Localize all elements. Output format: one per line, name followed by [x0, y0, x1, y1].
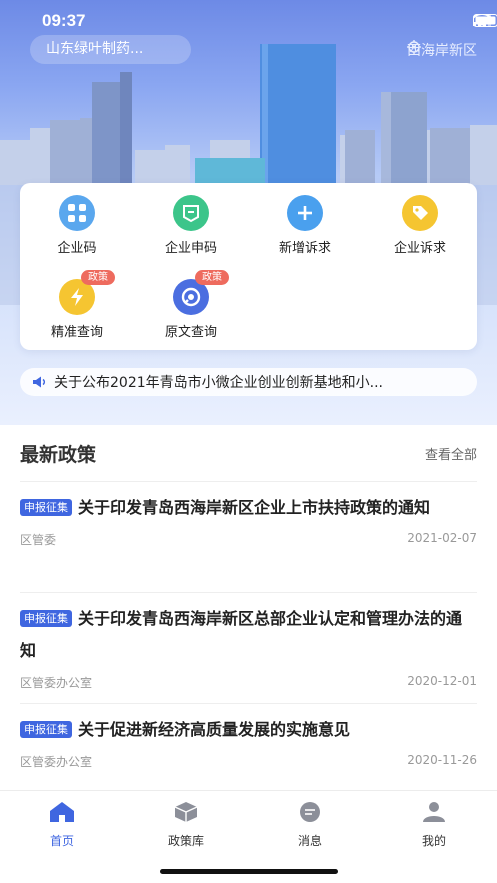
quick-action-label: 企业码: [57, 241, 97, 256]
policy-source: 区管委: [20, 533, 57, 547]
notice-text: 关于公布2021年青岛市小微企业创业创新基地和小...: [54, 375, 383, 391]
tab-label: 首页: [49, 834, 74, 848]
divider: [20, 703, 477, 704]
policy-date: 2021-02-07: [407, 531, 477, 545]
quick-action-label: 原文查询: [164, 325, 217, 340]
tab-policy-library[interactable]: 政策库: [141, 801, 231, 849]
location-selector[interactable]: 西海岸新区: [407, 40, 477, 60]
tab-home[interactable]: 首页: [17, 801, 107, 849]
message-icon: [300, 802, 320, 822]
policy-section-header: 最新政策 查看全部: [20, 440, 477, 467]
home-indicator: [160, 869, 338, 874]
cube-icon: [174, 802, 198, 822]
section-title: 最新政策: [20, 444, 97, 466]
battery-icon: [473, 14, 497, 27]
quick-action-apply-code[interactable]: 企业申码: [136, 195, 246, 256]
notice-bar[interactable]: 关于公布2021年青岛市小微企业创业创新基地和小...: [20, 368, 477, 396]
status-time: 09:37: [42, 11, 86, 30]
policy-item[interactable]: 申报征集 关于印发青岛西海岸新区总部企业认定和管理办法的通知 区管委办公室 2020…: [20, 603, 477, 691]
policy-title: 关于印发青岛西海岸新区企业上市扶持政策的通知: [78, 498, 431, 517]
tab-label: 我的: [421, 834, 446, 848]
policy-source: 区管委办公室: [20, 755, 93, 769]
policy-tag: 申报征集: [20, 721, 72, 738]
plus-icon: [287, 195, 323, 231]
tab-messages[interactable]: 消息: [265, 801, 355, 849]
quick-action-label: 企业诉求: [393, 241, 446, 256]
quick-action-precise-query[interactable]: 政策 精准查询: [22, 270, 132, 340]
tab-label: 消息: [297, 834, 322, 848]
policy-badge: 政策: [81, 270, 115, 285]
document-apply-icon: [173, 195, 209, 231]
policy-badge: 政策: [195, 270, 229, 285]
view-all-link[interactable]: 查看全部: [425, 444, 477, 463]
policy-title: 关于印发青岛西海岸新区总部企业认定和管理办法的通知: [20, 609, 463, 660]
tab-mine[interactable]: 我的: [389, 801, 479, 849]
policy-tag: 申报征集: [20, 610, 72, 627]
quick-action-new-request[interactable]: 新增诉求: [250, 195, 360, 256]
policy-item[interactable]: 申报征集 关于促进新经济高质量发展的实施意见 区管委办公室 2020-11-26: [20, 714, 477, 770]
policy-tag: 申报征集: [20, 499, 72, 516]
divider: [20, 481, 477, 482]
divider: [20, 592, 477, 593]
quick-action-original-query[interactable]: 政策 原文查询: [136, 270, 246, 340]
policy-source: 区管委办公室: [20, 676, 93, 690]
policy-title: 关于促进新经济高质量发展的实施意见: [78, 720, 351, 739]
locate-icon: [407, 40, 421, 54]
policy-item[interactable]: 申报征集 关于印发青岛西海岸新区企业上市扶持政策的通知 区管委 2021-02-07: [20, 492, 477, 548]
policy-date: 2020-12-01: [407, 674, 477, 688]
qr-grid-icon: [59, 195, 95, 231]
quick-actions-card: 企业码 企业申码 新增诉求 企业诉求 政策 精准查询 政策 原文查询: [20, 183, 477, 350]
quick-action-label: 精准查询: [50, 325, 103, 340]
tab-label: 政策库: [167, 834, 204, 848]
policy-date: 2020-11-26: [407, 753, 477, 767]
user-icon: [423, 802, 445, 822]
quick-action-enterprise-code[interactable]: 企业码: [22, 195, 132, 256]
company-selector[interactable]: 山东绿叶制药...: [30, 35, 191, 64]
tag-icon: [402, 195, 438, 231]
quick-action-label: 新增诉求: [278, 241, 331, 256]
quick-action-enterprise-request[interactable]: 企业诉求: [365, 195, 475, 256]
speaker-icon: [33, 376, 45, 388]
quick-action-label: 企业申码: [164, 241, 217, 256]
home-icon: [50, 802, 74, 822]
